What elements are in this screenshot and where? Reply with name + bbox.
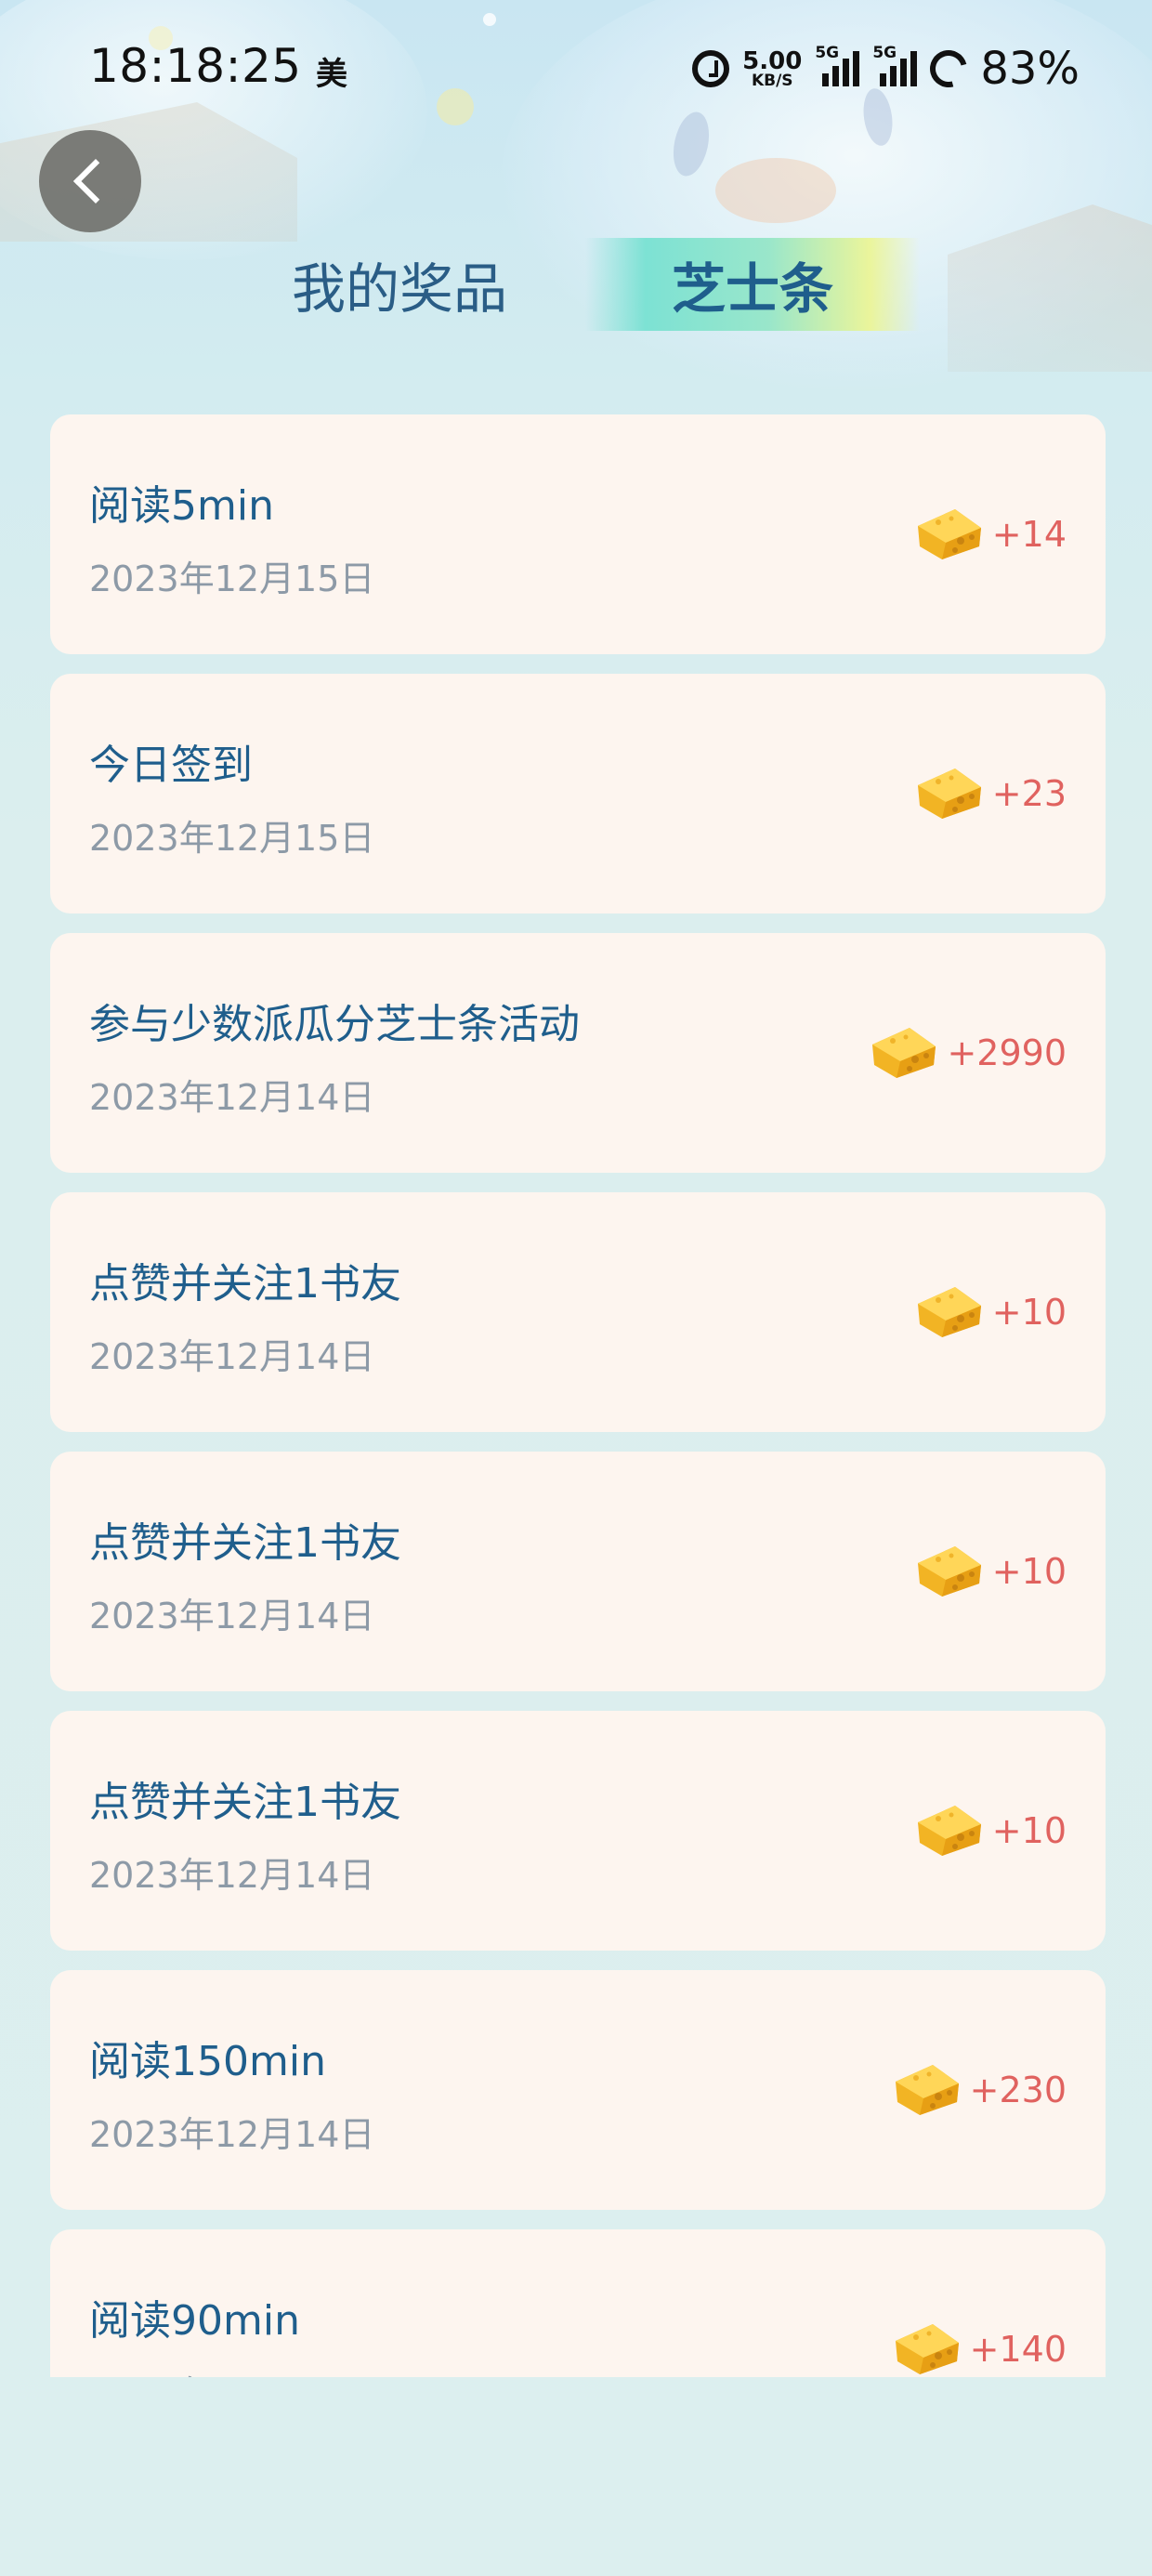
reward-amount: +14 xyxy=(991,514,1067,555)
battery-ring-icon xyxy=(923,43,975,95)
record-card[interactable]: 阅读5min 2023年12月15日 +14 xyxy=(50,414,1106,654)
status-icons: 5.00 KB/S 5G 5G 83% xyxy=(692,41,1080,97)
record-date: 2023年12月14日 xyxy=(89,1855,375,1896)
status-bar: 18:18:25 美 5.00 KB/S 5G 5G 83% xyxy=(0,0,1152,139)
reward-amount-group: +14 xyxy=(914,502,1067,567)
reward-amount-group: +230 xyxy=(892,2057,1067,2123)
record-title: 点赞并关注1书友 xyxy=(89,1779,401,1826)
status-time: 18:18:25 xyxy=(89,39,302,93)
record-card[interactable]: 参与少数派瓜分芝士条活动 2023年12月14日 +2990 xyxy=(50,933,1106,1173)
cheese-icon xyxy=(917,1287,981,1337)
reward-amount: +10 xyxy=(991,1292,1067,1333)
reward-amount: +10 xyxy=(991,1551,1067,1592)
signal-label: 5G xyxy=(815,44,840,62)
record-date: 2023年12月14日 xyxy=(89,1336,375,1377)
record-date: 2023年12月14日 xyxy=(89,1077,375,1118)
signal-label: 5G xyxy=(872,44,897,62)
record-title: 阅读5min xyxy=(89,482,274,530)
reward-amount: +230 xyxy=(969,2070,1067,2110)
tab-my-prizes[interactable]: 我的奖品 xyxy=(279,238,520,331)
record-title: 今日签到 xyxy=(89,742,253,789)
reward-amount-group: +10 xyxy=(914,1280,1067,1345)
reward-amount: +10 xyxy=(991,1810,1067,1851)
cheese-icon xyxy=(895,2065,959,2115)
alarm-icon xyxy=(692,50,730,87)
net-speed-value: 5.00 xyxy=(742,46,803,75)
chevron-left-icon xyxy=(72,158,119,204)
mascot-beak xyxy=(715,158,836,223)
reward-amount-group: +140 xyxy=(892,2317,1067,2377)
cheese-icon xyxy=(917,769,981,819)
cheese-icon xyxy=(917,1806,981,1856)
back-button[interactable] xyxy=(39,130,141,232)
record-date: 2023年12月15日 xyxy=(89,559,375,599)
record-title: 点赞并关注1书友 xyxy=(89,1260,401,1308)
record-card[interactable]: 阅读150min 2023年12月14日 +230 xyxy=(50,1970,1106,2210)
cheese-icon xyxy=(917,1546,981,1597)
record-card[interactable]: 阅读90min 2023年12月14日 +140 xyxy=(50,2229,1106,2377)
cheese-icon xyxy=(917,509,981,559)
signal-icon: 5G xyxy=(815,44,860,86)
record-date: 2023年12月14日 xyxy=(89,2365,374,2377)
reward-amount: +2990 xyxy=(947,1032,1067,1073)
net-speed: 5.00 KB/S xyxy=(742,49,802,89)
record-title: 阅读150min xyxy=(89,2038,326,2085)
record-title: 参与少数派瓜分芝士条活动 xyxy=(89,1001,580,1048)
record-date: 2023年12月15日 xyxy=(89,818,375,859)
record-title: 阅读90min xyxy=(89,2297,300,2345)
reward-amount-group: +10 xyxy=(914,1798,1067,1863)
record-date: 2023年12月14日 xyxy=(89,1596,375,1636)
roof-illustration xyxy=(948,204,1152,372)
tab-cheese[interactable]: 芝士条 xyxy=(585,238,920,331)
reward-amount-group: +23 xyxy=(914,761,1067,826)
reward-amount-group: +2990 xyxy=(869,1020,1067,1085)
reward-amount-group: +10 xyxy=(914,1539,1067,1604)
record-card[interactable]: 点赞并关注1书友 2023年12月14日 +10 xyxy=(50,1192,1106,1432)
cheese-icon xyxy=(872,1028,936,1078)
cheese-icon xyxy=(895,2324,959,2374)
carrier-label: 美 xyxy=(316,56,347,93)
reward-amount: +140 xyxy=(969,2329,1067,2370)
battery-level: 83% xyxy=(980,43,1080,95)
cheese-records-page: 18:18:25 美 5.00 KB/S 5G 5G 83% 我的奖品 芝士条 … xyxy=(0,0,1152,2576)
record-list[interactable]: 阅读5min 2023年12月15日 +14 今日签到 2023年12月15日 +23… xyxy=(50,414,1106,2377)
record-card[interactable]: 点赞并关注1书友 2023年12月14日 +10 xyxy=(50,1711,1106,1951)
record-card[interactable]: 今日签到 2023年12月15日 +23 xyxy=(50,674,1106,913)
record-card[interactable]: 点赞并关注1书友 2023年12月14日 +10 xyxy=(50,1452,1106,1691)
record-title: 点赞并关注1书友 xyxy=(89,1519,401,1567)
net-speed-unit: KB/S xyxy=(751,71,793,90)
reward-amount: +23 xyxy=(991,773,1067,814)
record-date: 2023年12月14日 xyxy=(89,2114,375,2155)
signal-icon: 5G xyxy=(872,44,918,86)
